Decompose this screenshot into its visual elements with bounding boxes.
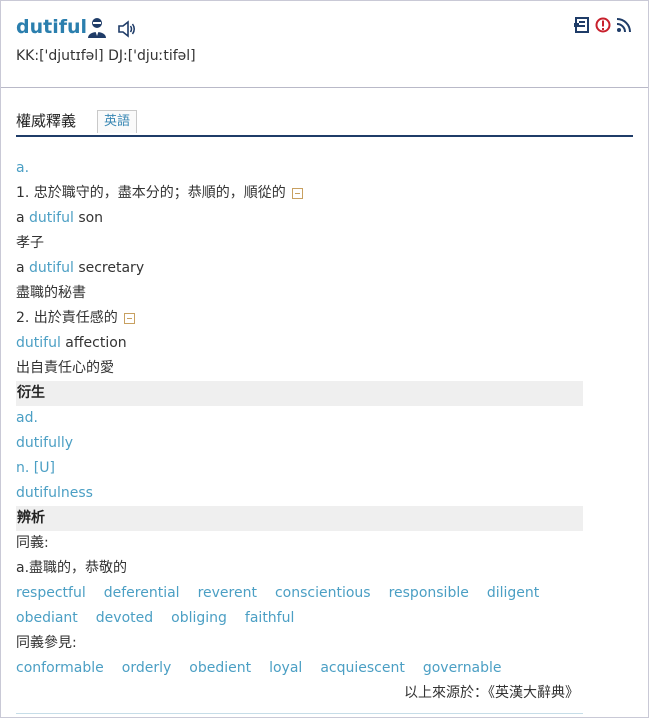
alert-icon[interactable]	[595, 17, 611, 33]
part-of-speech: ad.	[16, 410, 38, 426]
derived-word-link[interactable]: dutifully	[16, 431, 583, 456]
example-3-translation: 出自責任心的愛	[16, 360, 114, 376]
see-also-link[interactable]: loyal	[269, 656, 302, 681]
analysis-heading: 辨析	[16, 506, 583, 531]
synonym-link[interactable]: obediant	[16, 606, 78, 631]
synonym-list-1: respectful deferential reverent conscien…	[16, 581, 583, 606]
tab-english[interactable]: 英語	[97, 110, 138, 133]
synonym-link[interactable]: conscientious	[275, 581, 371, 606]
bookmark-icon[interactable]	[574, 17, 590, 33]
example-2: a dutiful secretary	[16, 256, 583, 281]
example-keyword[interactable]: dutiful	[29, 210, 74, 226]
example-text: son	[73, 210, 104, 226]
part-of-speech: n. [U]	[16, 460, 55, 476]
synonym-link[interactable]: deferential	[104, 581, 180, 606]
synonyms-sense: a.盡職的，恭敬的	[16, 560, 128, 576]
derivatives-heading: 衍生	[16, 381, 583, 406]
derived-word-link[interactable]: dutifulness	[16, 481, 583, 506]
see-also-link[interactable]: obedient	[189, 656, 251, 681]
definition-content: a. 1. 忠於職守的，盡本分的；恭順的，順從的 a dutiful son 孝…	[16, 156, 583, 706]
source-attribution: 以上來源於：《英漢大辭典》	[404, 685, 579, 701]
example-1-translation: 孝子	[16, 235, 44, 251]
example-text: a	[16, 210, 30, 226]
example-keyword[interactable]: dutiful	[16, 335, 61, 351]
sense-text: 1. 忠於職守的，盡本分的；恭順的，順從的	[16, 185, 286, 201]
example-2-translation: 盡職的秘書	[16, 285, 86, 301]
example-1: a dutiful son	[16, 206, 583, 231]
see-also-link[interactable]: conformable	[16, 656, 104, 681]
synonym-link[interactable]: responsible	[389, 581, 469, 606]
header-actions	[574, 17, 632, 33]
synonym-link[interactable]: reverent	[198, 581, 257, 606]
sense-2: 2. 出於責任感的	[16, 306, 583, 331]
see-also-list: conformable orderly obedient loyal acqui…	[16, 656, 583, 681]
phonetic-transcription: KK:['djutɪfəl] DJ:['djuːtifəl]	[16, 48, 196, 64]
collapse-icon[interactable]	[123, 312, 135, 324]
example-text: affection	[60, 335, 127, 351]
synonym-link[interactable]: faithful	[245, 606, 294, 631]
synonym-link[interactable]: diligent	[487, 581, 539, 606]
rss-icon[interactable]	[616, 17, 632, 33]
see-also-link[interactable]: acquiescent	[320, 656, 405, 681]
synonyms-label: 同義:	[16, 535, 49, 551]
part-of-speech: a.	[16, 160, 30, 176]
example-keyword[interactable]: dutiful	[29, 260, 74, 276]
synonym-list-2: obediant devoted obliging faithful	[16, 606, 583, 631]
tab-authoritative[interactable]: 權威釋義	[16, 110, 76, 131]
dictionary-panel: dutiful KK:['djutɪfəl] DJ:['djuːtifəl] 權…	[0, 0, 649, 718]
headword: dutiful	[16, 16, 88, 38]
collapse-icon[interactable]	[291, 187, 303, 199]
synonym-link[interactable]: respectful	[16, 581, 86, 606]
entry-header: dutiful KK:['djutɪfəl] DJ:['djuːtifəl]	[1, 1, 648, 88]
example-text: secretary	[73, 260, 145, 276]
sense-text: 2. 出於責任感的	[16, 310, 118, 326]
definition-tabs: 權威釋義 英語	[16, 109, 633, 137]
synonym-link[interactable]: obliging	[171, 606, 227, 631]
sound-icon[interactable]	[117, 19, 137, 39]
example-text: a	[16, 260, 30, 276]
divider	[16, 713, 583, 714]
see-also-link[interactable]: orderly	[122, 656, 172, 681]
see-also-label: 同義參見:	[16, 635, 77, 651]
synonym-link[interactable]: devoted	[96, 606, 153, 631]
see-also-link[interactable]: governable	[423, 656, 502, 681]
example-3: dutiful affection	[16, 331, 583, 356]
sense-1: 1. 忠於職守的，盡本分的；恭順的，順從的	[16, 181, 583, 206]
user-icon[interactable]	[87, 17, 107, 39]
